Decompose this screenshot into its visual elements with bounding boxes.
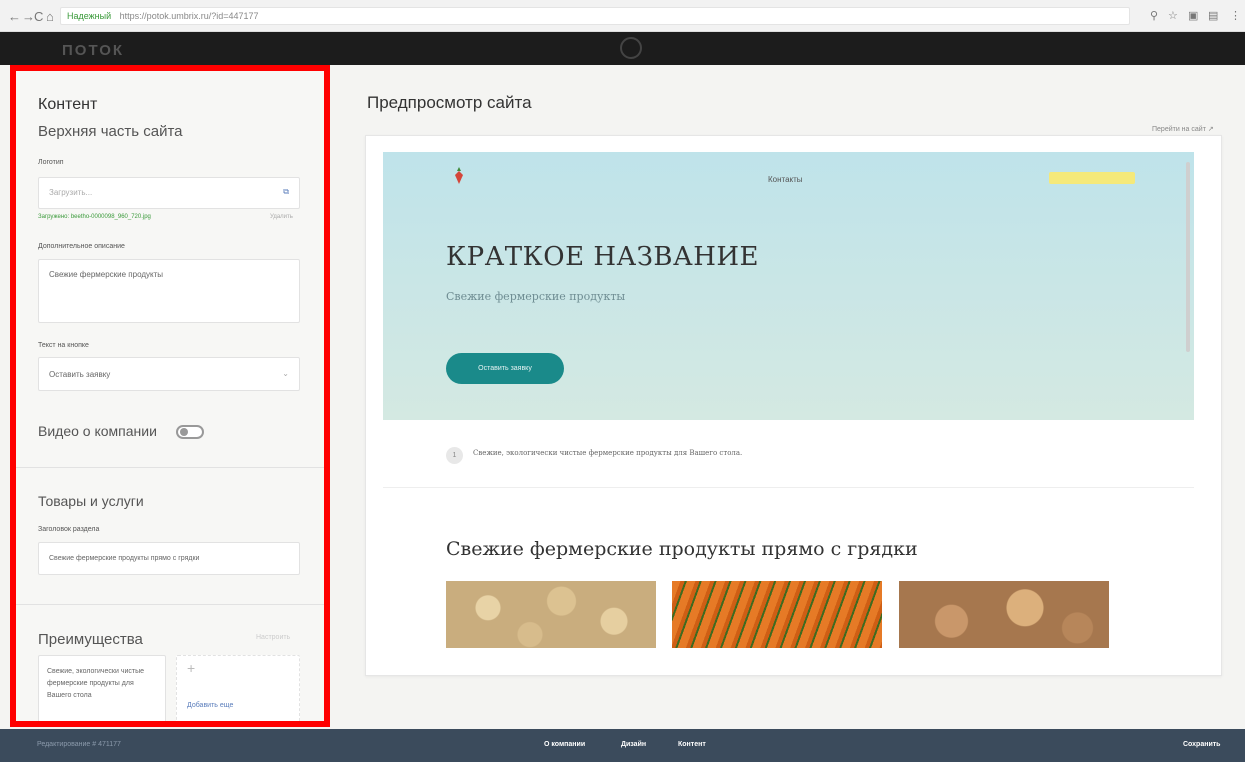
carrot-photo [672,581,882,648]
open-site-link[interactable]: Перейти на сайт ↗ [1152,125,1214,133]
secure-label: Надежный [67,11,112,21]
plus-icon: + [187,660,196,676]
back-icon[interactable]: ← [8,9,21,24]
tab-design[interactable]: Дизайн [621,741,646,748]
hero-cta-button[interactable]: Оставить заявку [446,353,564,384]
site-preview-frame[interactable]: Контакты КРАТКОЕ НАЗВАНИЕ Свежие фермерс… [383,152,1194,648]
chevron-down-icon: ⌄ [282,369,289,378]
products-title: Свежие фермерские продукты прямо с грядк… [446,538,918,560]
star-icon[interactable]: ☆ [1168,9,1178,22]
tab-about[interactable]: О компании [544,741,585,748]
app-header: ПОТОК [0,32,1245,65]
content-title: Контент [38,96,98,113]
top-section-title: Верхняя часть сайта [38,123,183,140]
hero-title: КРАТКОЕ НАЗВАНИЕ [446,242,760,272]
content-editor-panel: Контент Верхняя часть сайта Логотип Загр… [10,65,330,727]
description-textarea[interactable]: Свежие фермерские продукты [38,259,300,323]
goods-heading-label: Заголовок раздела [38,526,100,533]
hero-subtitle: Свежие фермерские продукты [446,290,626,303]
logo-upload-field[interactable]: Загрузить... ⧉ [38,177,300,209]
description-label: Дополнительное описание [38,243,125,250]
upload-icon[interactable]: ⧉ [283,187,289,197]
section-divider [16,467,324,468]
potato-photo [446,581,656,648]
tab-content[interactable]: Контент [678,741,706,748]
button-text-select[interactable]: Оставить заявку ⌄ [38,357,300,391]
app-logo[interactable]: ПОТОК [62,42,124,59]
edit-id-text: Редактирование # 471177 [37,741,121,748]
section-divider [16,604,324,605]
add-advantage-card[interactable]: + Добавить еще [176,655,300,721]
center-logo-icon [620,37,642,59]
carrot-logo-icon [455,167,463,184]
uploaded-file-text: Загружено: beetho-0000098_960_720.jpg [38,214,151,220]
goods-section-title: Товары и услуги [38,493,144,509]
goods-heading-input[interactable]: Свежие фермерские продукты прямо с грядк… [38,542,300,575]
feature-number: 1 [446,447,463,464]
save-button[interactable]: Сохранить [1183,741,1220,748]
advantage-card[interactable]: Свежие, экологически чистые фермерские п… [38,655,166,721]
site-phone-highlight [1049,172,1135,184]
home-icon[interactable]: ⌂ [46,9,54,24]
menu-icon[interactable]: ⋮ [1230,9,1241,22]
url-text: https://potok.umbrix.ru/?id=447177 [119,11,259,21]
advantages-settings-link[interactable]: Настроить [256,634,290,641]
remove-file-link[interactable]: Удалить [270,214,293,220]
video-toggle[interactable] [176,425,204,439]
bottom-bar: Редактирование # 471177 О компании Дизай… [0,729,1245,762]
advantages-title: Преимущества [38,631,143,648]
button-text-value: Оставить заявку [49,370,111,379]
preview-scrollbar[interactable] [1186,162,1190,352]
site-nav-contacts[interactable]: Контакты [768,175,803,184]
feature-row: 1 Свежие, экологически чистые фермерские… [383,420,1194,488]
video-toggle-label: Видео о компании [38,423,157,439]
logo-placeholder: Загрузить... [49,188,93,197]
address-bar[interactable]: Надежный https://potok.umbrix.ru/?id=447… [60,7,1130,25]
browser-toolbar: ← → C ⌂ Надежный https://potok.umbrix.ru… [0,0,1245,32]
reload-icon[interactable]: C [34,9,43,24]
add-advantage-label: Добавить еще [187,702,234,709]
feature-text: Свежие, экологически чистые фермерские п… [473,449,743,457]
onion-photo [899,581,1109,648]
extension-icon[interactable]: ▣ [1188,9,1198,22]
site-hero: Контакты КРАТКОЕ НАЗВАНИЕ Свежие фермерс… [383,152,1194,420]
button-text-label: Текст на кнопке [38,342,89,349]
preview-title: Предпросмотр сайта [367,93,532,112]
extension2-icon[interactable]: ▤ [1208,9,1218,22]
zoom-icon[interactable]: ⚲ [1150,9,1158,22]
logo-label: Логотип [38,159,64,166]
